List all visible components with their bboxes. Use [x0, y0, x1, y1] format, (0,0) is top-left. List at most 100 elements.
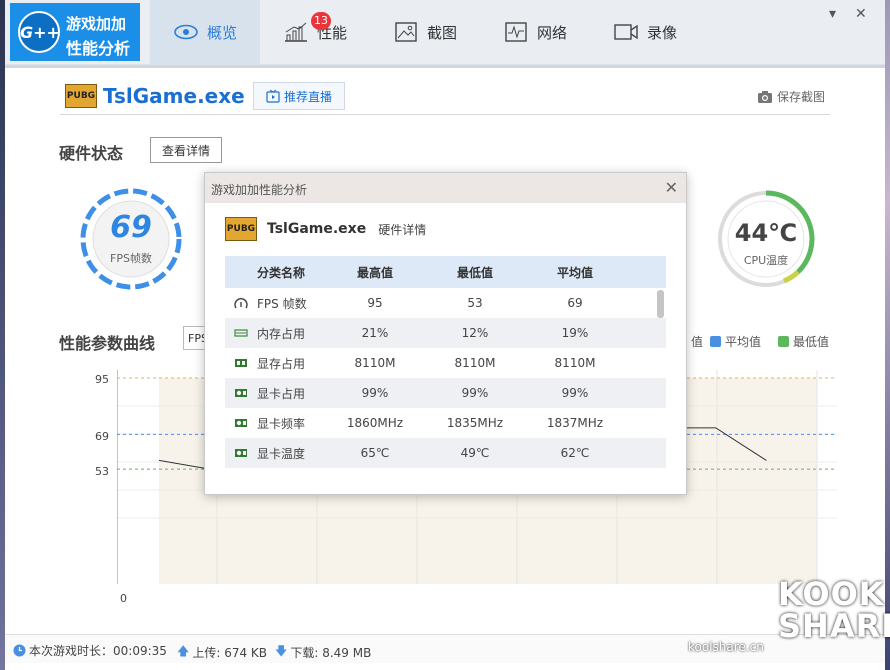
header-divider — [5, 65, 885, 68]
arrow-down-icon: 🡇 — [275, 644, 288, 658]
upload-text: 上传: 674 KB — [192, 646, 268, 660]
tab-label: 网络 — [536, 23, 567, 42]
table-row: 内存占用 21% 12% 19% — [225, 318, 666, 348]
dialog-game-name: TslGame.exe — [267, 221, 367, 237]
koolshare-watermark: KOOK SHARE — [778, 578, 890, 642]
tab-video[interactable]: 录像 — [590, 0, 700, 64]
pulse-icon — [505, 22, 527, 42]
logo-line2: 性能分析 — [66, 39, 131, 58]
row-category: 显卡频率 — [257, 416, 306, 431]
dialog-subtitle: 硬件详情 — [378, 222, 427, 237]
save-screenshot-button[interactable]: 保存截图 — [757, 88, 825, 105]
hardware-table: 分类名称 最高值 最低值 平均值 FPS 帧数 95 53 69 内存占用 21% 12% 1… — [225, 256, 666, 468]
header-category: 分类名称 — [257, 265, 306, 280]
y-tick-label: 53 — [95, 465, 109, 478]
bar-chart-icon — [284, 22, 307, 42]
watermark-site: koolshare.cn — [688, 640, 764, 654]
header-max: 最高值 — [356, 265, 393, 280]
view-details-button[interactable]: 查看详情 — [150, 137, 222, 163]
game-name: TslGame.exe — [103, 84, 245, 108]
legend-min: 最低值 — [778, 333, 829, 350]
tv-icon — [266, 89, 280, 103]
tab-overview[interactable]: 概览 — [150, 0, 260, 64]
logo-line1: 游戏加加 — [66, 15, 127, 33]
fps-label: FPS帧数 — [110, 252, 152, 265]
app-logo: G++ 游戏加加 性能分析 — [10, 3, 140, 61]
row-min: 49℃ — [460, 446, 490, 460]
row-max: 8110M — [354, 356, 396, 370]
row-category: 显卡占用 — [257, 386, 306, 401]
arrow-up-icon: 🡅 — [177, 644, 190, 658]
legend-swatch — [710, 336, 721, 347]
gpu-card-icon — [225, 448, 257, 458]
table-body: FPS 帧数 95 53 69 内存占用 21% 12% 19% 显存占用 8110M 8110M 8… — [225, 288, 666, 468]
table-header: 分类名称 最高值 最低值 平均值 — [225, 256, 666, 288]
row-max: 65℃ — [360, 446, 390, 460]
fps-value: 69 — [110, 210, 152, 245]
cpu-temp-value: 44℃ — [734, 219, 798, 247]
dialog-close-icon[interactable]: ✕ — [665, 178, 678, 197]
row-avg: 8110M — [554, 356, 596, 370]
camera-icon — [758, 90, 772, 103]
recommend-live-label: 推荐直播 — [283, 89, 332, 104]
table-row: 显卡频率 1860MHz 1835MHz 1837MHz — [225, 408, 666, 438]
tab-performance[interactable]: 性能 — [260, 0, 370, 64]
row-max: 99% — [361, 386, 389, 400]
dialog-title: 游戏加加性能分析 — [211, 183, 308, 197]
tab-screenshots[interactable]: 截图 — [370, 0, 480, 64]
video-camera-icon — [614, 24, 638, 40]
legend-swatch — [778, 336, 789, 347]
row-min: 8110M — [454, 356, 496, 370]
upload-stat: 🡅 上传: 674 KB — [177, 642, 267, 663]
tab-network[interactable]: 网络 — [480, 0, 590, 64]
image-icon — [395, 22, 417, 42]
watermark-line2: SHARE — [778, 607, 890, 645]
y-tick-label: 95 — [95, 373, 109, 386]
clock-icon — [13, 644, 26, 657]
table-row: FPS 帧数 95 53 69 — [225, 288, 666, 318]
download-text: 下载: 8.49 MB — [290, 646, 372, 660]
hardware-status-title: 硬件状态 — [59, 144, 124, 163]
tab-label: 截图 — [426, 23, 457, 42]
row-category: 显卡温度 — [257, 446, 306, 461]
screenshot-count-badge: 13 — [311, 12, 331, 30]
recommend-live-button[interactable]: 推荐直播 — [253, 82, 345, 110]
row-min: 99% — [461, 386, 489, 400]
row-category: 内存占用 — [257, 326, 306, 341]
legend-label: 平均值 — [725, 335, 762, 349]
row-avg: 69 — [567, 296, 583, 310]
row-avg: 1837MHz — [546, 416, 604, 430]
header-avg: 平均值 — [556, 265, 593, 280]
tab-label: 概览 — [206, 23, 237, 42]
row-max: 1860MHz — [346, 416, 404, 430]
row-category: 显存占用 — [257, 356, 306, 371]
gpu-card-icon — [225, 388, 257, 398]
dialog-title-bar: 游戏加加性能分析 ✕ — [205, 173, 686, 203]
row-avg: 62℃ — [560, 446, 590, 460]
gpu-card-icon — [225, 418, 257, 428]
hardware-details-dialog: 游戏加加性能分析 ✕ PUBG TslGame.exe 硬件详情 分类名称 最高… — [204, 172, 687, 495]
table-scrollbar[interactable] — [657, 290, 664, 318]
divider — [60, 114, 830, 115]
play-duration: 本次游戏时长：00:09:35 — [13, 642, 167, 659]
game-header: PUBG TslGame.exe — [65, 82, 245, 110]
row-min: 1835MHz — [446, 416, 504, 430]
eye-icon — [174, 24, 198, 40]
minimize-button[interactable]: ▾ — [829, 6, 836, 22]
row-avg: 99% — [561, 386, 589, 400]
logo-mark: G++ — [18, 11, 60, 53]
pubg-logo-icon: PUBG — [225, 217, 257, 241]
row-min: 12% — [461, 326, 489, 340]
row-min: 53 — [467, 296, 483, 310]
header-min: 最低值 — [456, 265, 493, 280]
play-duration-text: 本次游戏时长：00:09:35 — [29, 644, 167, 658]
pubg-logo-icon: PUBG — [65, 84, 97, 108]
row-avg: 19% — [561, 326, 589, 340]
legend-label: 最低值 — [793, 335, 830, 349]
table-row: 显存占用 8110M 8110M 8110M — [225, 348, 666, 378]
ram-icon — [225, 328, 257, 338]
performance-curve-title: 性能参数曲线 — [59, 334, 156, 353]
y-tick-label: 69 — [95, 430, 109, 443]
row-max: 95 — [367, 296, 383, 310]
close-button[interactable]: ✕ — [855, 6, 867, 22]
